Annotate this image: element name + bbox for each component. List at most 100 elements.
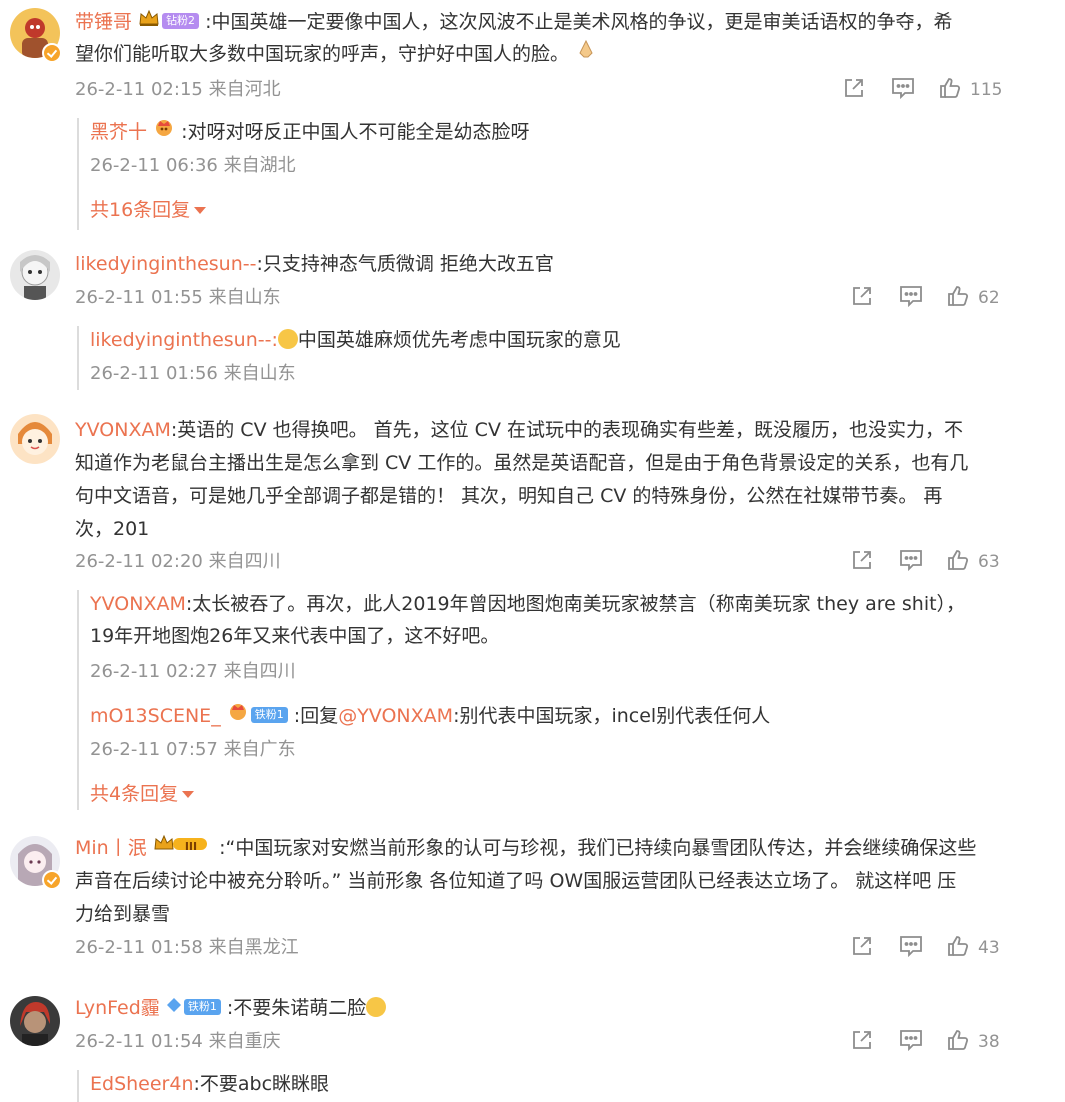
comment-actions: 115 [840,76,1040,104]
share-icon[interactable] [850,284,874,312]
reply-username[interactable]: EdSheer4n [90,1073,194,1095]
comment-text: LynFed霾 铁粉1 :不要朱诺萌二脸 [75,991,387,1025]
vip-level-label: III [184,839,198,853]
more-replies-link[interactable]: 共16条回复 [90,196,207,224]
username[interactable]: likedyinginthesun-- [75,253,256,275]
fan-level-badge: 铁粉1 [250,706,288,723]
reply-meta: 26-2-11 07:57 来自广东 [90,739,296,760]
praying-hands-emoji-icon [575,37,597,69]
like-icon[interactable] [946,1028,970,1056]
comment-line: 力给到暴雪 [75,903,171,925]
caret-down-icon [182,791,195,798]
reply-content: :不要abc眯眯眼 [193,1073,330,1095]
comment-icon[interactable] [898,284,924,312]
reply-thread [77,1070,81,1102]
reply-meta: 26-2-11 06:36 来自湖北 [90,155,296,176]
fan-level-badge: 钻粉2 [162,12,200,29]
reply-content: :太长被吞了。再次，此人2019年曾因地图炮南美玩家被禁言（称南美玩家 they… [185,593,966,615]
like-icon[interactable] [946,548,970,576]
username[interactable]: 带锤哥 [75,11,132,33]
reply-thread [77,590,81,810]
reply-content-line2: 19年开地图炮26年又来代表中国了，这不好吧。 [90,625,500,647]
reply-thread [77,118,81,230]
reply-username[interactable]: mO13SCENE_ [90,705,221,727]
vip-crown-icon [227,699,249,731]
crown-icon [138,5,160,37]
avatar[interactable] [10,996,60,1046]
comment-line: 句中文语音，可是她几乎全部调子都是错的！ 其次，明知自己 CV 的特殊身份，公然… [75,485,943,507]
comment-meta: 26-2-11 01:55 来自山东 [75,287,281,308]
reply-text: likedyinginthesun--: 中国英雄麻烦优先考虑中国玩家的意见 [90,328,621,351]
comment-item: 带锤哥 钻粉2 :中国英雄一定要像中国人，这次风波不止是美术风格的争议，更是审美… [0,0,1065,240]
comment-line: :只支持神态气质微调 拒绝大改五官 [256,253,554,275]
share-icon[interactable] [850,1028,874,1056]
like-count: 43 [978,938,1000,958]
more-replies-link[interactable]: 共4条回复 [90,780,195,808]
reply-content: 中国英雄麻烦优先考虑中国玩家的意见 [297,329,621,351]
share-icon[interactable] [842,76,866,104]
reply-content: :对呀对呀反正中国人不可能全是幼态脸呀 [181,121,530,143]
reply-meta: 26-2-11 01:56 来自山东 [90,363,296,384]
comment-line: :英语的 CV 也得换吧。 首先，这位 CV 在试玩中的表现确实有些差，既没履历… [170,419,963,441]
username[interactable]: Min丨泯 [75,837,147,859]
comment-item: YVONXAM:英语的 CV 也得换吧。 首先，这位 CV 在试玩中的表现确实有… [0,404,1065,824]
comment-line: 声音在后续讨论中被充分聆听。” 当前形象 各位知道了吗 OW国服运营团队已经表达… [75,870,957,892]
comment-line: 望你们能听取大多数中国玩家的呼声，守护好中国人的脸。 [75,43,570,65]
like-count: 38 [978,1032,1000,1052]
username[interactable]: LynFed霾 [75,997,160,1019]
reply-username[interactable]: YVONXAM [90,593,186,615]
like-count: 115 [970,80,1003,100]
comment-item: Min丨泯 III :“中国玩家对安燃当前形象的认可与珍视，我们已持续向暴雪团队… [0,826,1065,986]
comment-icon[interactable] [898,934,924,962]
comment-text: YVONXAM:英语的 CV 也得换吧。 首先，这位 CV 在试玩中的表现确实有… [75,414,963,446]
comment-meta: 26-2-11 02:15 来自河北 [75,79,281,100]
more-replies-label: 共16条回复 [90,199,191,221]
more-replies-label: 共4条回复 [90,783,179,805]
share-icon[interactable] [850,548,874,576]
reply-thread [77,326,81,390]
comment-line: :“中国玩家对安燃当前形象的认可与珍视，我们已持续向暴雪团队传达，并会继续确保这… [219,837,977,859]
reply-username[interactable]: likedyinginthesun-- [90,329,271,351]
reply-meta: 26-2-11 02:27 来自四川 [90,661,296,682]
reply-username[interactable]: 黑芥十 [90,121,147,143]
comment-meta: 26-2-11 01:54 来自重庆 [75,1031,281,1052]
share-icon[interactable] [850,934,874,962]
like-icon[interactable] [946,934,970,962]
comment-actions: 43 [848,934,1048,962]
comment-text: 带锤哥 钻粉2 :中国英雄一定要像中国人，这次风波不止是美术风格的争议，更是审美… [75,6,953,39]
comment-icon[interactable] [890,76,916,104]
mention-link[interactable]: @YVONXAM [338,705,453,727]
fan-level-badge: 铁粉1 [183,998,221,1015]
cute-face-emoji-icon [366,996,387,1017]
avatar[interactable] [10,250,60,300]
comment-actions: 63 [848,548,1048,576]
reply-content: :别代表中国玩家，incel别代表任何人 [453,705,771,727]
comment-icon[interactable] [898,1028,924,1056]
username[interactable]: YVONXAM [75,419,171,441]
like-icon[interactable] [938,76,962,104]
comment-line: 次，201 [75,518,150,540]
comment-actions: 38 [848,1028,1048,1056]
like-icon[interactable] [946,284,970,312]
reply-text: 黑芥十 :对呀对呀反正中国人不可能全是幼态脸呀 [90,116,530,149]
reply-content: :回复 [293,705,339,727]
comment-text: likedyinginthesun--:只支持神态气质微调 拒绝大改五官 [75,248,554,280]
surprised-emoji-icon [277,328,298,349]
comment-icon[interactable] [898,548,924,576]
comment-text: Min丨泯 III :“中国玩家对安燃当前形象的认可与珍视，我们已持续向暴雪团队… [75,832,976,865]
comment-text-line2: 望你们能听取大多数中国玩家的呼声，守护好中国人的脸。 [75,38,597,71]
reply-text: mO13SCENE_ 铁粉1 :回复@YVONXAM:别代表中国玩家，incel… [90,700,770,733]
verified-badge-icon [42,43,62,63]
caret-down-icon [194,207,207,214]
comment-actions: 62 [848,284,1048,312]
diamond-icon [166,991,182,1023]
avatar[interactable] [10,414,60,464]
comment-meta: 26-2-11 02:20 来自四川 [75,551,281,572]
reply-text: YVONXAM:太长被吞了。再次，此人2019年曾因地图炮南美玩家被禁言（称南美… [90,588,965,620]
vip-crown-icon [153,115,175,147]
comment-meta: 26-2-11 01:58 来自黑龙江 [75,937,299,958]
comment-item: LynFed霾 铁粉1 :不要朱诺萌二脸 26-2-11 01:54 来自重庆 … [0,988,1065,1102]
verified-badge-icon [42,870,62,890]
like-count: 63 [978,552,1000,572]
comment-line: 知道作为老鼠台主播出生是怎么拿到 CV 工作的。虽然是英语配音，但是由于角色背景… [75,452,969,474]
